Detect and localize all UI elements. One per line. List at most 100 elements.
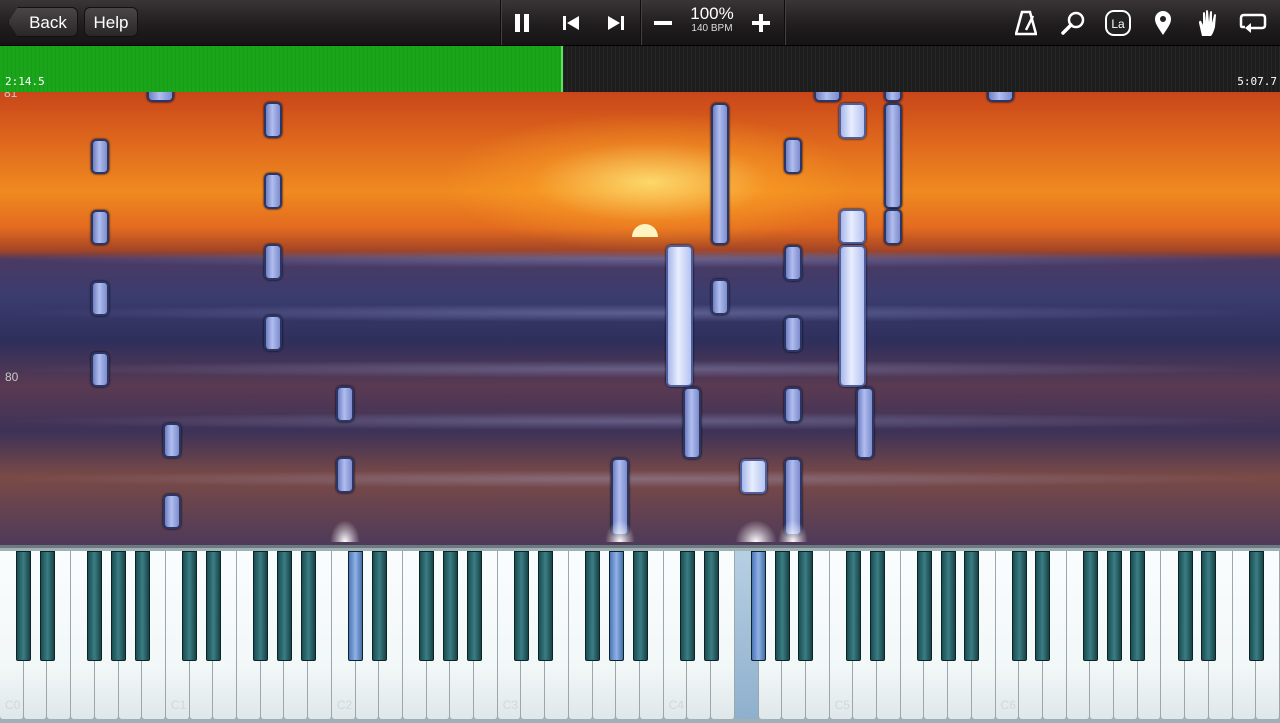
falling-note (666, 245, 693, 387)
black-key[interactable] (300, 551, 316, 661)
black-key[interactable] (774, 551, 790, 661)
metronome-icon (1015, 10, 1037, 35)
tempo-increase-button[interactable] (739, 0, 783, 45)
octave-label: C5 (834, 698, 850, 712)
black-key[interactable] (751, 551, 767, 661)
black-key[interactable] (466, 551, 482, 661)
falling-note (784, 316, 802, 352)
octave-label: C2 (336, 698, 353, 712)
key-hit-sparkle (735, 520, 777, 542)
key-hit-sparkle (330, 520, 360, 542)
loop-button[interactable] (1233, 0, 1273, 45)
measure-label: 81 (4, 92, 18, 100)
marker-button[interactable] (1143, 0, 1183, 45)
black-key[interactable] (703, 551, 719, 661)
black-key[interactable] (276, 551, 292, 661)
black-key[interactable] (608, 551, 624, 661)
black-key[interactable] (111, 551, 127, 661)
black-key[interactable] (253, 551, 269, 661)
marker-icon (1155, 10, 1171, 35)
wave (0, 360, 1280, 378)
tempo-bpm: 140 BPM (691, 23, 733, 34)
black-key[interactable] (845, 551, 861, 661)
note-label-icon: La (1105, 9, 1131, 36)
octave-label: C1 (170, 698, 187, 712)
falling-note (264, 173, 282, 209)
progress-fill (0, 46, 563, 92)
falling-note (884, 209, 902, 245)
falling-note (91, 210, 109, 245)
black-key[interactable] (205, 551, 221, 661)
zoom-button[interactable] (1053, 0, 1093, 45)
octave-label: C6 (1000, 698, 1016, 712)
total-time: 5:07.7 (1237, 75, 1277, 88)
falling-note (264, 244, 282, 280)
black-key[interactable] (585, 551, 601, 661)
black-key[interactable] (632, 551, 648, 661)
black-key[interactable] (537, 551, 553, 661)
next-button[interactable] (594, 0, 638, 45)
black-key[interactable] (134, 551, 150, 661)
black-key[interactable] (798, 551, 814, 661)
wave (0, 304, 1280, 322)
black-key[interactable] (182, 551, 198, 661)
black-key[interactable] (1082, 551, 1098, 661)
black-key[interactable] (1248, 551, 1264, 661)
black-key[interactable] (39, 551, 55, 661)
previous-button[interactable] (549, 0, 593, 45)
falling-note (711, 279, 729, 315)
black-key[interactable] (513, 551, 529, 661)
falling-note (711, 103, 729, 245)
black-key[interactable] (679, 551, 695, 661)
tempo-decrease-button[interactable] (641, 0, 685, 45)
note-labels-button[interactable]: La (1098, 0, 1138, 45)
black-key[interactable] (371, 551, 387, 661)
falling-note (91, 139, 109, 174)
falling-note (856, 387, 874, 459)
falling-note (91, 352, 109, 387)
note-label-text: La (1111, 17, 1125, 31)
octave-label: C4 (668, 698, 685, 712)
plus-icon (752, 13, 770, 32)
falling-note (336, 386, 354, 422)
black-key[interactable] (16, 551, 32, 661)
falling-note (987, 92, 1014, 102)
black-key[interactable] (916, 551, 932, 661)
black-key[interactable] (940, 551, 956, 661)
falling-note (740, 459, 767, 494)
black-key[interactable] (869, 551, 885, 661)
measure-label: 80 (5, 370, 19, 384)
octave-label: C3 (502, 698, 519, 712)
black-key[interactable] (419, 551, 435, 661)
wave (0, 412, 1280, 430)
metronome-button[interactable] (1006, 0, 1046, 45)
hands-button[interactable] (1188, 0, 1228, 45)
falling-note (91, 281, 109, 316)
black-key[interactable] (1201, 551, 1217, 661)
black-key[interactable] (1177, 551, 1193, 661)
key-hit-sparkle (778, 520, 808, 542)
black-key[interactable] (1130, 551, 1146, 661)
falling-note (839, 245, 866, 387)
pause-button[interactable] (500, 0, 544, 45)
back-button[interactable]: Back (8, 7, 78, 37)
black-key[interactable] (1035, 551, 1051, 661)
help-button[interactable]: Help (84, 7, 138, 37)
tempo-percent: 100% (690, 4, 734, 23)
falling-note (336, 457, 354, 493)
black-key[interactable] (87, 551, 103, 661)
magnifier-icon (1061, 11, 1085, 35)
falling-note (163, 423, 181, 458)
black-key[interactable] (1011, 551, 1027, 661)
falling-note (264, 102, 282, 138)
falling-note (839, 209, 866, 244)
toolbar: Back Help 100% 140 BPM La (0, 0, 1280, 46)
piano-keyboard[interactable]: C0 C1 C2 C3 C4 C5 C6 (0, 545, 1280, 723)
black-key[interactable] (1106, 551, 1122, 661)
black-key[interactable] (964, 551, 980, 661)
wave (0, 250, 1280, 268)
current-time: 2:14.5 (5, 75, 45, 88)
black-key[interactable] (348, 551, 364, 661)
song-progress-bar[interactable]: 2:14.5 5:07.7 (0, 46, 1280, 92)
black-key[interactable] (442, 551, 458, 661)
